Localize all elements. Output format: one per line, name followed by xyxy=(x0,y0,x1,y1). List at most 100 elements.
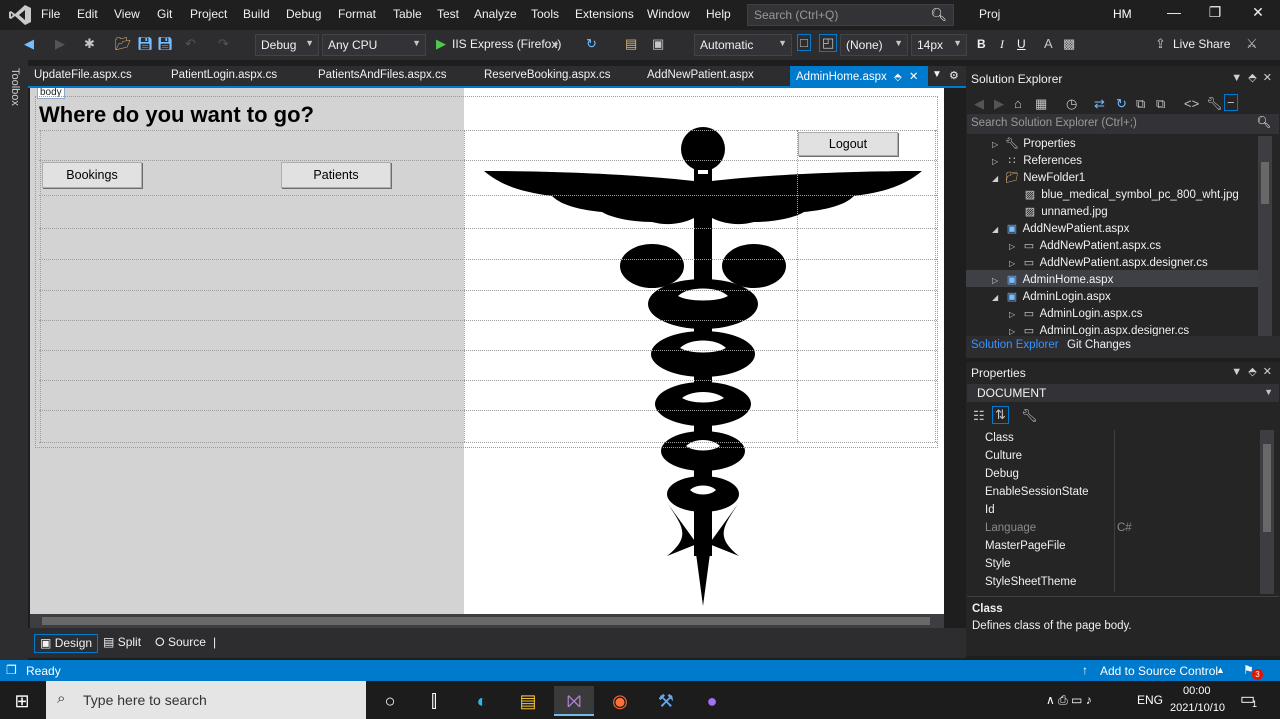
menu-debug[interactable]: Debug xyxy=(286,7,321,21)
collapse-icon[interactable]: ◢ xyxy=(992,170,1004,187)
property-row-masterpagefile[interactable]: MasterPageFile xyxy=(966,538,1258,556)
open-folder-icon[interactable]: 📂︎ xyxy=(115,36,132,52)
menu-extensions[interactable]: Extensions xyxy=(575,7,634,21)
tree-item-addnewpatient-designer-cs[interactable]: ▷ ▭ AddNewPatient.aspx.designer.cs xyxy=(1009,255,1208,272)
tree-item-adminhome-aspx[interactable]: ▷ ▣ AdminHome.aspx xyxy=(992,272,1113,289)
patients-button[interactable]: Patients xyxy=(281,162,391,188)
visual-aids-icon[interactable]: □ xyxy=(797,34,811,51)
input-language[interactable]: ENG xyxy=(1137,693,1163,707)
menu-tools[interactable]: Tools xyxy=(531,7,559,21)
clock-time[interactable]: 00:00 xyxy=(1183,685,1211,697)
file-explorer-icon[interactable]: ▤ xyxy=(508,686,548,716)
menu-file[interactable]: File xyxy=(41,7,60,21)
undo-icon[interactable]: ↶ xyxy=(185,36,196,52)
property-row-stylesheettheme[interactable]: StyleSheetTheme xyxy=(966,574,1258,592)
collapse-icon[interactable]: ◢ xyxy=(992,221,1004,238)
home-icon[interactable]: ⌂ xyxy=(1014,96,1022,111)
bold-button[interactable]: B xyxy=(977,37,986,51)
pin-icon[interactable]: ⬘ xyxy=(894,72,902,83)
scrollbar-thumb[interactable] xyxy=(1263,444,1271,532)
property-row-debug[interactable]: Debug xyxy=(966,466,1258,484)
show-all-files-icon[interactable]: ⧉ xyxy=(1156,96,1165,112)
sql-server-icon[interactable]: ⚒ xyxy=(646,686,686,716)
alphabetical-icon[interactable]: ⇅ xyxy=(992,406,1009,424)
designer-horizontal-scrollbar[interactable] xyxy=(30,614,944,628)
highlight-icon[interactable]: ▩ xyxy=(1063,36,1075,52)
tab-patientsandfiles[interactable]: PatientsAndFiles.aspx.cs xyxy=(312,66,452,86)
split-view-button[interactable]: ▤ Split xyxy=(98,634,146,653)
tab-reservebooking[interactable]: ReserveBooking.aspx.cs xyxy=(478,66,617,86)
scrollbar-thumb[interactable] xyxy=(42,617,930,625)
taskbar-search-box[interactable]: ⌕ Type here to search xyxy=(46,681,366,719)
restore-icon[interactable]: ❐ xyxy=(1201,4,1229,26)
platform-select[interactable]: Any CPU ▼ xyxy=(322,34,426,56)
menu-view[interactable]: View xyxy=(114,7,140,21)
add-to-source-control-button[interactable]: Add to Source Control xyxy=(1100,664,1218,678)
minimize-icon[interactable]: — xyxy=(1160,4,1188,26)
page-heading[interactable]: Where do you want to go? xyxy=(39,102,314,128)
save-icon[interactable]: 💾︎ xyxy=(137,36,154,52)
visual-studio-taskbar-icon[interactable]: ⨝ xyxy=(554,686,594,716)
expand-icon[interactable]: ▷ xyxy=(1009,306,1021,323)
view-icon[interactable]: ▣ xyxy=(652,36,664,52)
github-desktop-icon[interactable]: ● xyxy=(692,686,732,716)
config-select[interactable]: Debug ▼ xyxy=(255,34,319,56)
tree-item-unnamed-jpg[interactable]: ▨ unnamed.jpg xyxy=(1022,204,1108,221)
clock-date[interactable]: 2021/10/10 xyxy=(1170,702,1225,714)
absolute-position-icon[interactable]: ◰ xyxy=(819,34,838,52)
menu-git[interactable]: Git xyxy=(157,7,172,21)
tree-item-blue-medical-jpg[interactable]: ▨ blue_medical_symbol_pc_800_wht.jpg xyxy=(1022,187,1239,204)
properties-wrench-icon[interactable]: 🔧︎ xyxy=(1206,96,1223,112)
font-size-select[interactable]: 14px ▼ xyxy=(911,34,967,56)
expand-icon[interactable]: ▷ xyxy=(1009,255,1021,272)
toolbox-strip[interactable]: Toolbox xyxy=(0,60,28,660)
refresh-icon[interactable]: ↻ xyxy=(1116,96,1127,112)
categorized-icon[interactable]: ☷ xyxy=(973,408,985,424)
menu-project[interactable]: Project xyxy=(190,7,227,21)
back-icon[interactable]: ◀ xyxy=(974,96,984,112)
style-target-select[interactable]: (None) ▼ xyxy=(840,34,908,56)
system-tray-icons[interactable]: ∧ ⎙ ▭ ♪ xyxy=(1046,693,1092,708)
collapse-icon[interactable]: ◢ xyxy=(992,289,1004,306)
logout-button[interactable]: Logout xyxy=(798,132,898,156)
panel-controls[interactable]: ▼ ⬘ ✕ xyxy=(1231,71,1272,84)
save-all-icon[interactable]: 💾︎ xyxy=(157,36,174,52)
tree-item-references[interactable]: ▷ ∷ References xyxy=(992,153,1082,170)
redo-icon[interactable]: ↷ xyxy=(218,36,229,52)
menu-build[interactable]: Build xyxy=(243,7,270,21)
task-view-icon[interactable]: ⫿ xyxy=(414,686,454,716)
expand-icon[interactable]: ▷ xyxy=(992,272,1004,289)
tab-adminhome[interactable]: AdminHome.aspx ⬘ ✕ xyxy=(790,66,928,86)
new-item-icon[interactable]: ✱ xyxy=(84,36,95,52)
sync-icon[interactable]: ⇄ xyxy=(1094,96,1105,112)
underline-button[interactable]: U xyxy=(1017,37,1026,51)
tab-addnewpatient[interactable]: AddNewPatient.aspx xyxy=(641,66,760,86)
property-row-culture[interactable]: Culture xyxy=(966,448,1258,466)
tree-item-addnewpatient-aspx[interactable]: ◢ ▣ AddNewPatient.aspx xyxy=(992,221,1129,238)
tree-item-addnewpatient-cs[interactable]: ▷ ▭ AddNewPatient.aspx.cs xyxy=(1009,238,1161,255)
close-window-icon[interactable]: ✕ xyxy=(1244,4,1272,26)
chevron-down-icon[interactable]: ▼ xyxy=(551,40,560,50)
forward-icon[interactable]: ▶ xyxy=(994,96,1004,112)
property-row-id[interactable]: Id xyxy=(966,502,1258,520)
preview-icon[interactable]: − xyxy=(1224,94,1238,111)
property-row-class[interactable]: Class xyxy=(966,430,1258,448)
menu-table[interactable]: Table xyxy=(393,7,422,21)
tab-patientlogin[interactable]: PatientLogin.aspx.cs xyxy=(165,66,283,86)
folder-icon[interactable]: ▤ xyxy=(625,36,637,52)
live-share-icon[interactable]: ⇪ xyxy=(1155,36,1166,52)
tab-solution-explorer[interactable]: Solution Explorer xyxy=(971,339,1059,351)
menu-help[interactable]: Help xyxy=(706,7,731,21)
menu-test[interactable]: Test xyxy=(437,7,459,21)
source-view-button[interactable]: ⭘ Source xyxy=(150,634,211,653)
scrollbar-thumb[interactable] xyxy=(1261,162,1269,204)
cortana-icon[interactable]: ○ xyxy=(370,686,410,716)
forward-icon[interactable]: ▶ xyxy=(55,36,65,52)
design-surface[interactable]: body Where do you want to go? Bookings P… xyxy=(30,88,944,614)
tab-git-changes[interactable]: Git Changes xyxy=(1067,339,1131,351)
property-pages-icon[interactable]: 🔧︎ xyxy=(1021,408,1038,424)
property-row-style[interactable]: Style xyxy=(966,556,1258,574)
menu-window[interactable]: Window xyxy=(647,7,690,21)
chevron-up-icon[interactable]: ▲ xyxy=(1216,665,1225,675)
search-input[interactable]: Search (Ctrl+Q) 🔍︎ xyxy=(747,4,954,26)
